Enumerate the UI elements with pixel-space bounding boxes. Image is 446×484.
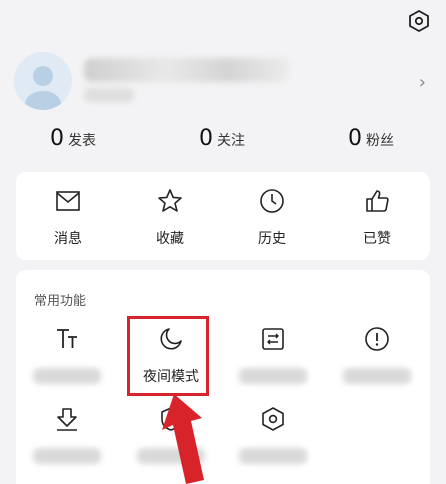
moon-icon: [160, 328, 182, 350]
stats-row: 0 发表 0 关注 0 粉丝: [0, 126, 446, 160]
quick-actions-card: 消息 收藏 历史 已赞: [16, 172, 430, 260]
alert-icon: [365, 327, 389, 351]
stat-label: 发表: [68, 133, 96, 149]
messages-button[interactable]: 消息: [38, 186, 98, 248]
text-size-icon: [57, 329, 77, 348]
label-blurred: [343, 368, 411, 384]
function-button-3[interactable]: [228, 324, 318, 384]
stat-count: 0: [199, 126, 213, 151]
stat-posts[interactable]: 0 发表: [50, 126, 96, 151]
stat-count: 0: [50, 126, 64, 151]
quick-action-label: 历史: [258, 231, 286, 247]
hexagon-gear-icon: [409, 9, 429, 33]
night-mode-button[interactable]: 夜间模式: [126, 324, 216, 386]
liked-button[interactable]: 已赞: [347, 186, 407, 248]
download-button[interactable]: [22, 404, 112, 464]
label-blurred: [33, 448, 101, 464]
pointer-arrow-icon: [162, 394, 204, 484]
quick-action-label: 收藏: [156, 231, 184, 247]
chevron-right-icon[interactable]: ›: [419, 72, 426, 93]
stat-count: 0: [348, 126, 362, 151]
section-title: 常用功能: [34, 294, 87, 309]
night-mode-label: 夜间模式: [143, 369, 199, 385]
stat-label: 关注: [217, 133, 245, 149]
download-icon: [57, 408, 77, 431]
label-blurred: [239, 368, 307, 384]
stat-followers[interactable]: 0 粉丝: [348, 126, 394, 151]
hexagon-settings-icon: [262, 407, 284, 431]
label-blurred: [33, 368, 101, 384]
username-blurred: [84, 58, 290, 82]
avatar[interactable]: [14, 52, 72, 110]
quick-action-label: 消息: [54, 231, 82, 247]
mail-icon: [56, 191, 80, 211]
common-functions-card: 常用功能 夜间模式: [16, 270, 430, 484]
star-icon: [158, 189, 182, 212]
function-button-4[interactable]: [332, 324, 422, 384]
function-button-7[interactable]: [228, 404, 318, 464]
quick-action-label: 已赞: [363, 231, 391, 247]
user-subtitle-blurred: [84, 88, 134, 102]
stat-following[interactable]: 0 关注: [199, 126, 245, 151]
thumbs-up-icon: [366, 190, 389, 212]
profile-header[interactable]: ›: [14, 52, 434, 114]
list-edit-icon: [262, 328, 284, 350]
clock-icon: [260, 189, 284, 213]
history-button[interactable]: 历史: [242, 186, 302, 248]
favorites-button[interactable]: 收藏: [140, 186, 200, 248]
stat-label: 粉丝: [366, 133, 394, 149]
font-size-button[interactable]: [22, 324, 112, 384]
settings-button[interactable]: [406, 8, 432, 34]
label-blurred: [239, 448, 307, 464]
